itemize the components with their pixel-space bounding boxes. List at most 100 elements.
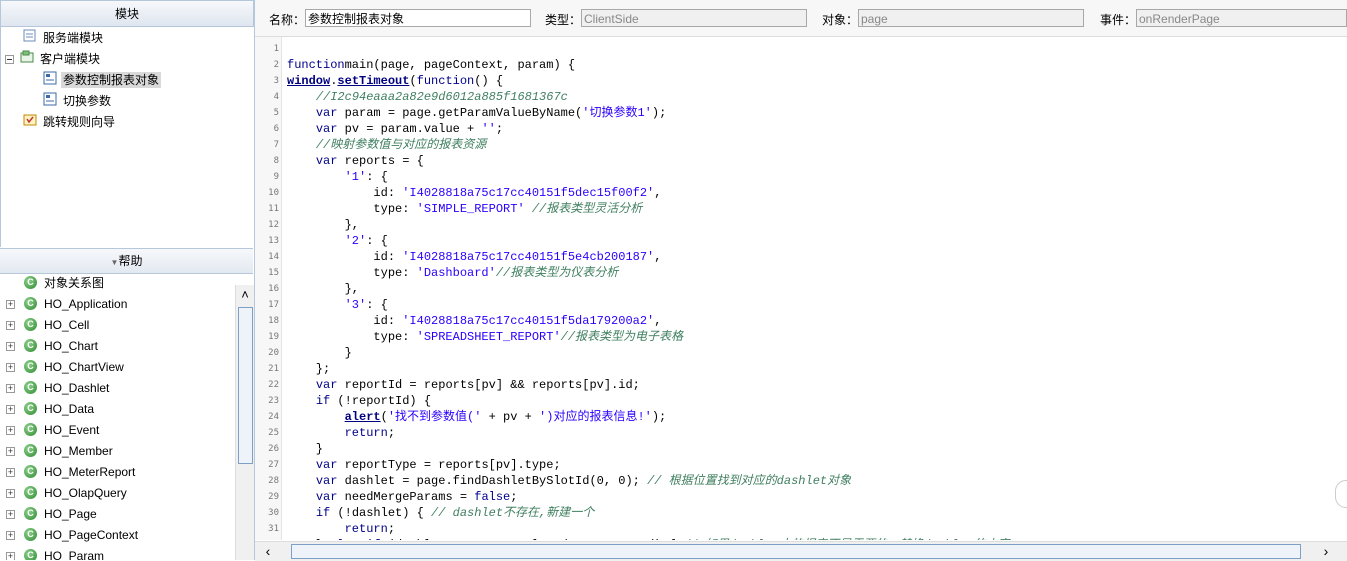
expand-icon[interactable]: + — [6, 531, 15, 540]
help-item-ho-chart[interactable]: + C HO_Chart — [0, 336, 234, 357]
code-line: id: 'I4028818a75c17cc40151f5da179200a2', — [287, 313, 661, 329]
scrollbar-thumb[interactable] — [238, 307, 253, 464]
expand-icon[interactable]: + — [6, 321, 15, 330]
code-editor[interactable]: 1 2 3 4 5 6 7 8 9 10 11 12 13 14 15 16 17 18 19 20 21 22 23 24 2… — [255, 37, 1347, 540]
line-number: 15 — [268, 268, 279, 278]
expand-icon[interactable]: + — [6, 489, 15, 498]
code-token: var — [315, 122, 338, 136]
code-token: 'SPREADSHEET_REPORT' — [416, 330, 561, 344]
code-line: } else if (dashlet.currentPortletId != r… — [287, 537, 1010, 540]
code-token: reports = { — [337, 154, 424, 168]
tree-item-jump-rule-wizard[interactable]: 跳转规则向导 — [23, 112, 117, 132]
code-token: () { — [474, 74, 504, 88]
scroll-right-icon[interactable]: › — [1317, 542, 1335, 561]
expand-icon[interactable]: + — [6, 405, 15, 414]
line-number: 4 — [273, 92, 279, 102]
script-icon — [43, 92, 57, 112]
code-token: , — [654, 250, 662, 264]
help-item-ho-cell[interactable]: + C HO_Cell — [0, 315, 234, 336]
help-item-ho-event[interactable]: + C HO_Event — [0, 420, 234, 441]
tree-item-switch-param[interactable]: 切换参数 — [43, 91, 113, 111]
code-line: return; — [287, 425, 395, 441]
line-number: 23 — [268, 396, 279, 406]
code-token: ; — [510, 490, 518, 504]
code-token: , — [654, 314, 662, 328]
help-item-ho-data[interactable]: + C HO_Data — [0, 399, 234, 420]
line-number: 27 — [268, 460, 279, 470]
scroll-up-icon[interactable]: ˄ — [236, 285, 254, 305]
help-item-label: HO_Event — [44, 423, 100, 437]
expand-icon[interactable]: + — [6, 384, 15, 393]
help-item-label: HO_Data — [44, 402, 95, 416]
tree-item-server-module[interactable]: 服务端模块 — [23, 28, 105, 48]
help-item-ho-pagecontext[interactable]: + C HO_PageContext — [0, 525, 234, 546]
event-field[interactable]: onRenderPage — [1136, 9, 1347, 27]
help-item-ho-chartview[interactable]: + C HO_ChartView — [0, 357, 234, 378]
code-token: (!reportId) { — [330, 394, 432, 408]
help-item-ho-member[interactable]: + C HO_Member — [0, 441, 234, 462]
help-item-ho-olapquery[interactable]: + C HO_OlapQuery — [0, 483, 234, 504]
class-icon: C — [24, 381, 37, 394]
line-number: 9 — [273, 172, 279, 182]
code-line: window.setTimeout(function() { — [287, 73, 503, 89]
editor-horizontal-scrollbar[interactable]: ‹ › — [255, 541, 1347, 561]
help-item-ho-page[interactable]: + C HO_Page — [0, 504, 234, 525]
help-vertical-scrollbar[interactable]: ˄ — [235, 285, 254, 560]
code-token: } — [287, 538, 330, 540]
code-token: //I2c94eaaa2a82e9d6012a885f1681367c — [315, 90, 568, 104]
help-panel-header[interactable]: ▼帮助 — [0, 248, 253, 274]
tree-item-label: 客户端模块 — [40, 52, 101, 66]
help-item-label: HO_Cell — [44, 318, 90, 332]
expand-icon[interactable]: + — [6, 363, 15, 372]
expand-icon[interactable]: + — [6, 300, 15, 309]
object-field[interactable]: page — [858, 9, 1084, 27]
code-line: var needMergeParams = false; — [287, 489, 518, 505]
line-number: 20 — [268, 348, 279, 358]
class-icon: C — [24, 318, 37, 331]
side-panel-toggle-button[interactable] — [1335, 480, 1347, 508]
scrollbar-thumb[interactable] — [291, 544, 1301, 559]
help-item-object-diagram[interactable]: C 对象关系图 — [0, 273, 234, 294]
class-icon: C — [24, 360, 37, 373]
modules-panel-header: 模块 — [0, 0, 254, 27]
expand-icon[interactable]: + — [6, 510, 15, 519]
line-number: 26 — [268, 444, 279, 454]
line-number: 6 — [273, 124, 279, 134]
modules-tree: 服务端模块 客户端模块 参数控制报表对象 切换参数 跳转规则向导 — [0, 27, 254, 247]
scroll-left-icon[interactable]: ‹ — [259, 542, 277, 561]
code-token: , — [654, 186, 662, 200]
name-label: 名称： — [269, 13, 306, 27]
code-line: return; — [287, 521, 395, 537]
help-item-label: HO_Chart — [44, 339, 99, 353]
expand-icon[interactable]: + — [6, 552, 15, 560]
code-token: type: — [287, 330, 417, 344]
code-token: 'Dashboard' — [416, 266, 496, 280]
code-line: }, — [287, 217, 359, 233]
help-item-ho-param[interactable]: + C HO_Param — [0, 546, 234, 560]
expand-icon[interactable]: + — [6, 468, 15, 477]
line-number: 25 — [268, 428, 279, 438]
expand-icon[interactable]: + — [6, 342, 15, 351]
name-field[interactable]: 参数控制报表对象 — [305, 9, 531, 27]
type-field[interactable]: ClientSide — [581, 9, 807, 27]
class-icon: C — [24, 528, 37, 541]
code-token: type: — [287, 202, 417, 216]
script-icon — [43, 71, 57, 91]
code-token: reportId = reports[pv] && reports[pv].id… — [337, 378, 640, 392]
expand-icon[interactable]: + — [6, 426, 15, 435]
code-token: : { — [366, 234, 388, 248]
help-item-ho-dashlet[interactable]: + C HO_Dashlet — [0, 378, 234, 399]
code-token: + pv + — [481, 410, 540, 424]
expand-icon[interactable]: + — [6, 447, 15, 456]
tree-item-param-report-object[interactable]: 参数控制报表对象 — [43, 70, 162, 91]
help-item-label: HO_Dashlet — [44, 381, 110, 395]
code-line: if (!dashlet) { // dashlet不存在,新建一个 — [287, 505, 594, 521]
code-token: var — [315, 106, 338, 120]
help-item-ho-application[interactable]: + C HO_Application — [0, 294, 234, 315]
tree-item-client-module[interactable]: 客户端模块 — [5, 49, 102, 69]
collapse-icon — [5, 50, 14, 70]
help-item-ho-meterreport[interactable]: + C HO_MeterReport — [0, 462, 234, 483]
